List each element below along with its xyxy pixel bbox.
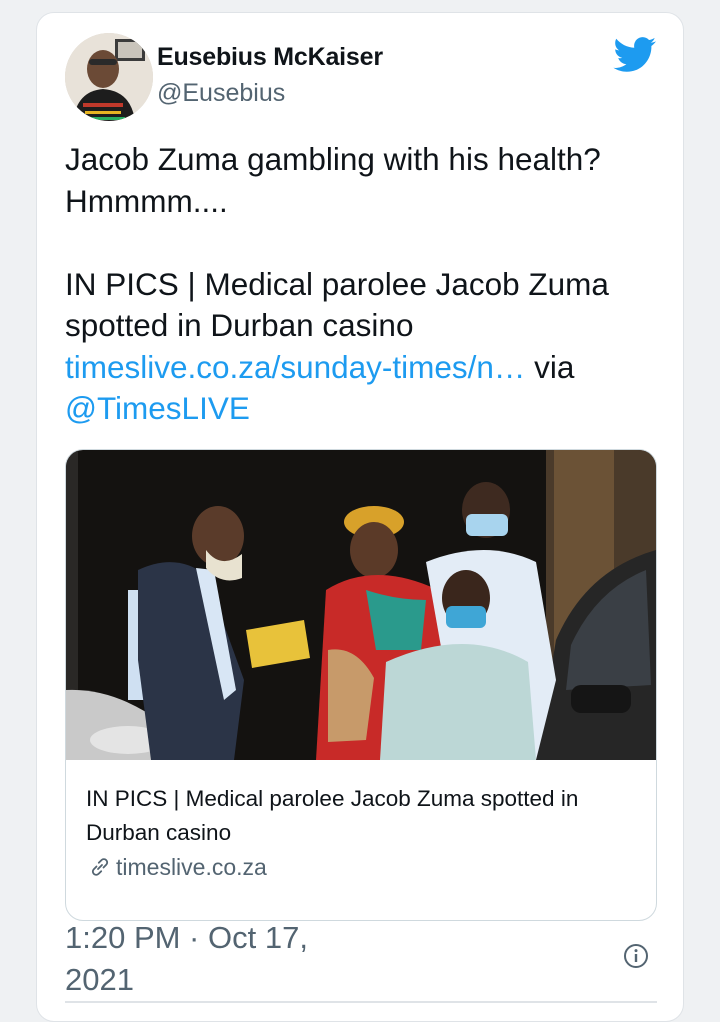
twitter-bird-icon[interactable] <box>613 37 657 73</box>
avatar[interactable] <box>65 33 153 121</box>
article-photo <box>66 450 656 760</box>
link-card-domain-text: timeslive.co.za <box>116 854 267 880</box>
article-link[interactable]: timeslive.co.za/sunday-times/n… <box>65 349 525 385</box>
info-icon[interactable] <box>623 943 649 969</box>
link-card-domain: timeslive.co.za <box>88 854 267 881</box>
author-handle[interactable]: @Eusebius <box>157 79 285 108</box>
tweet-headline: IN PICS | Medical parolee Jacob Zuma spo… <box>65 265 609 344</box>
via-text: via <box>525 348 575 385</box>
tweet-card: Eusebius McKaiser @Eusebius Jacob Zuma g… <box>36 12 684 1022</box>
author-name[interactable]: Eusebius McKaiser <box>157 43 383 72</box>
tweet-line-1: Jacob Zuma gambling with his health? Hmm… <box>65 141 601 219</box>
link-icon <box>91 858 109 876</box>
link-card-title: IN PICS | Medical parolee Jacob Zuma spo… <box>86 786 579 845</box>
avatar-image <box>65 33 153 121</box>
tweet-line-2: IN PICS | Medical parolee Jacob Zuma spo… <box>65 264 665 430</box>
tweet-timestamp[interactable]: 1:20 PM · Oct 17, 2021 <box>65 917 365 1001</box>
link-preview-card[interactable]: IN PICS | Medical parolee Jacob Zuma spo… <box>65 449 657 921</box>
divider <box>65 1001 657 1003</box>
tweet-text: Jacob Zuma gambling with his health? Hmm… <box>65 139 665 430</box>
mention-link[interactable]: @TimesLIVE <box>65 390 250 426</box>
